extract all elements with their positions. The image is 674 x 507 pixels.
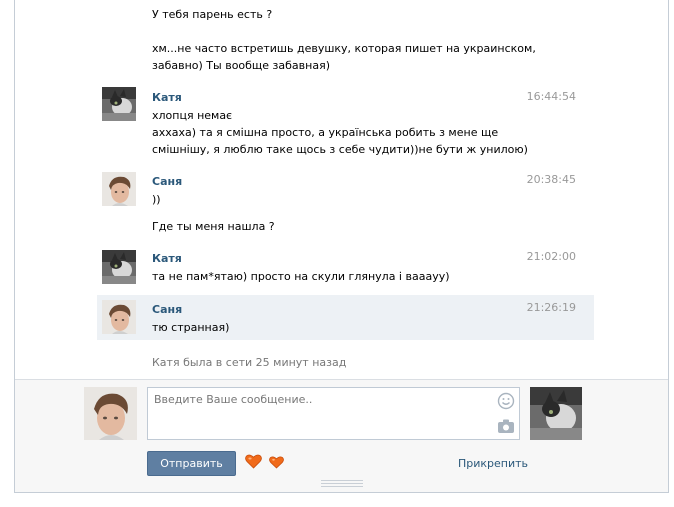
partner-avatar[interactable] bbox=[530, 387, 582, 440]
smile-icon[interactable] bbox=[497, 392, 515, 410]
cat-avatar[interactable] bbox=[102, 87, 136, 121]
message-author[interactable]: Саня bbox=[152, 175, 182, 189]
message-text: смішнішу, я люблю таке щось з себе чудит… bbox=[152, 143, 528, 156]
camera-icon[interactable] bbox=[497, 418, 515, 434]
message-text: У тебя парень есть ? bbox=[152, 8, 273, 21]
message-text: та не пам*ятаю) просто на скули глянула … bbox=[152, 270, 450, 283]
send-button[interactable]: Отправить bbox=[147, 451, 236, 476]
heart-icon[interactable] bbox=[269, 456, 284, 469]
message-text: забавно) Ты вообще забавная) bbox=[152, 59, 330, 72]
boy-avatar[interactable] bbox=[102, 172, 136, 206]
resize-grip[interactable] bbox=[321, 480, 363, 487]
online-status: Катя была в сети 25 минут назад bbox=[152, 356, 347, 369]
message-text: хлопця немає bbox=[152, 109, 233, 122]
cat-avatar[interactable] bbox=[102, 250, 136, 284]
attach-link[interactable]: Прикрепить bbox=[458, 457, 528, 471]
message-text: Где ты меня нашла ? bbox=[152, 220, 275, 233]
message-time: 21:26:19 bbox=[526, 301, 576, 314]
message-time: 20:38:45 bbox=[526, 173, 576, 186]
message-time: 21:02:00 bbox=[526, 250, 576, 263]
message-time: 16:44:54 bbox=[526, 90, 576, 103]
message-text: тю странная) bbox=[152, 321, 230, 334]
message-author[interactable]: Катя bbox=[152, 91, 182, 105]
message-input[interactable] bbox=[147, 387, 520, 440]
message-text: аххаха) та я смішна просто, а українська… bbox=[152, 126, 499, 139]
heart-icon[interactable] bbox=[245, 454, 262, 469]
message-author[interactable]: Саня bbox=[152, 303, 182, 317]
message-author[interactable]: Катя bbox=[152, 252, 182, 266]
boy-avatar[interactable] bbox=[102, 300, 136, 334]
message-text: хм...не часто встретишь девушку, которая… bbox=[152, 42, 536, 55]
message-text: )) bbox=[152, 193, 161, 206]
my-avatar[interactable] bbox=[84, 387, 137, 440]
